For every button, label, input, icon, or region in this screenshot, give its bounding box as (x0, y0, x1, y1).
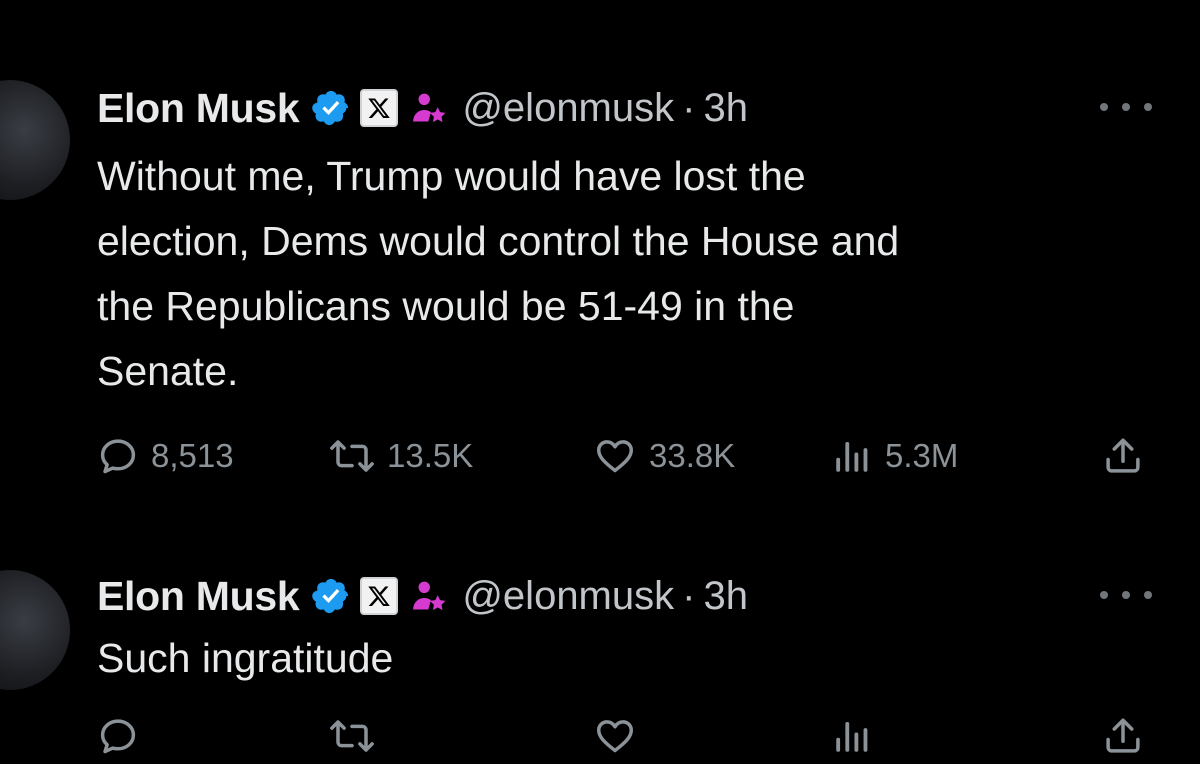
repost-count: 13.5K (387, 437, 474, 474)
verified-badge-icon (311, 88, 351, 128)
x-affiliate-icon[interactable] (360, 577, 399, 615)
tweet-text: Such ingratitude (97, 635, 394, 681)
share-button[interactable] (1102, 708, 1144, 764)
more-dots-icon[interactable] (1100, 92, 1152, 122)
tweet-header: Elon Musk @elonmusk · 3h (97, 568, 748, 624)
share-upload-icon (1102, 715, 1144, 757)
affiliate-person-icon (410, 577, 448, 615)
tweet[interactable]: Elon Musk @elonmusk · 3h Without me, Tru… (0, 60, 1200, 520)
timestamp[interactable]: 3h (703, 86, 748, 131)
like-button[interactable] (593, 708, 637, 764)
views-button[interactable]: 5.3M (831, 428, 958, 484)
repost-arrows-icon (329, 715, 375, 757)
tweet[interactable]: Elon Musk @elonmusk · 3h Such ingratitud… (0, 548, 1200, 754)
reply-button[interactable] (97, 708, 139, 764)
like-count: 33.8K (649, 437, 736, 474)
reply-count: 8,513 (151, 437, 234, 474)
reply-bubble-icon (97, 435, 139, 477)
repost-button[interactable] (329, 708, 375, 764)
heart-icon (593, 715, 637, 757)
heart-icon (593, 435, 637, 477)
author-name[interactable]: Elon Musk (97, 85, 300, 132)
affiliate-person-icon (410, 89, 448, 127)
x-affiliate-icon[interactable] (360, 89, 399, 127)
share-upload-icon (1102, 435, 1144, 477)
reply-button[interactable]: 8,513 (97, 428, 234, 484)
tweet-actions: 8,513 13.5K 33.8K 5.3M (97, 428, 1157, 484)
repost-arrows-icon (329, 435, 375, 477)
views-button[interactable] (831, 708, 873, 764)
author-name[interactable]: Elon Musk (97, 573, 300, 620)
separator-dot: · (682, 573, 696, 618)
tweet-text: Without me, Trump would have lost the el… (97, 153, 900, 394)
separator-dot: · (682, 85, 696, 130)
author-handle[interactable]: @elonmusk (462, 574, 674, 619)
like-button[interactable]: 33.8K (593, 428, 735, 484)
verified-badge-icon (311, 576, 351, 616)
tweet-header: Elon Musk @elonmusk · 3h (97, 80, 748, 136)
share-button[interactable] (1102, 428, 1144, 484)
views-bars-icon (831, 435, 873, 477)
more-dots-icon[interactable] (1100, 580, 1152, 610)
reply-bubble-icon (97, 715, 139, 757)
tweet-actions (97, 708, 1157, 764)
view-count: 5.3M (885, 437, 959, 474)
avatar[interactable] (0, 570, 70, 690)
repost-button[interactable]: 13.5K (329, 428, 473, 484)
views-bars-icon (831, 715, 873, 757)
author-handle[interactable]: @elonmusk (462, 86, 674, 131)
timestamp[interactable]: 3h (703, 574, 748, 619)
avatar[interactable] (0, 80, 70, 200)
